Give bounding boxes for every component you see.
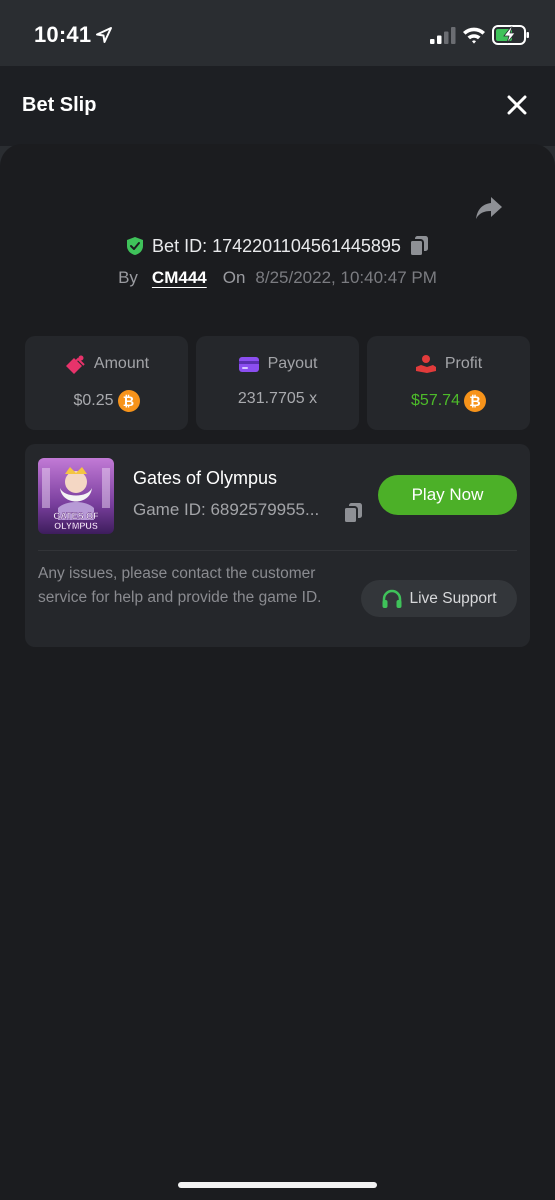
- game-card: GATES OF OLYMPUS Gates of Olympus Game I…: [25, 444, 530, 647]
- bet-slip-sheet: [0, 144, 555, 1200]
- bet-date: 8/25/2022, 10:40:47 PM: [255, 268, 437, 287]
- battery-charging-icon: [492, 25, 529, 45]
- amount-card: Amount $0.25 ₿: [25, 336, 188, 430]
- amount-icon: [65, 355, 85, 374]
- profit-hand-icon: [415, 355, 436, 373]
- bet-id: Bet ID: 1742201104561445895: [152, 235, 401, 256]
- page-title: Bet Slip: [22, 94, 97, 116]
- play-now-button[interactable]: Play Now: [378, 475, 517, 515]
- game-thumbnail[interactable]: GATES OF OLYMPUS: [38, 458, 114, 534]
- live-support-button[interactable]: Live Support: [361, 580, 517, 617]
- payout-label: Payout: [267, 355, 318, 372]
- live-support-label: Live Support: [409, 589, 497, 607]
- profit-card: Profit $57.74 ₿: [367, 336, 530, 430]
- bet-id-row: Bet ID: 1742201104561445895: [0, 232, 555, 260]
- amount-label: Amount: [93, 355, 150, 372]
- profit-value: $57.74: [411, 392, 460, 409]
- wifi-icon: [463, 27, 485, 44]
- thumb-text-2: OLYMPUS: [54, 521, 98, 531]
- status-bar: 10:41: [0, 0, 555, 66]
- payout-value: 231.7705 x: [237, 390, 318, 407]
- close-icon[interactable]: [504, 92, 530, 118]
- status-time: 10:41: [34, 22, 92, 47]
- payout-card: Payout 231.7705 x: [196, 336, 359, 430]
- copy-icon[interactable]: [408, 235, 429, 257]
- profit-label: Profit: [444, 355, 483, 372]
- thumb-text-1: GATES OF: [53, 511, 99, 521]
- divider: [38, 550, 517, 551]
- home-indicator[interactable]: [178, 1182, 377, 1188]
- headset-icon: [382, 589, 402, 608]
- amount-value: $0.25: [73, 392, 114, 409]
- copy-icon[interactable]: [343, 502, 363, 524]
- help-text: Any issues, please contact the customer …: [38, 565, 322, 606]
- bet-slip-screen: 10:41 Bet Slip Bet ID: 17422011045614458…: [0, 0, 555, 1200]
- on-label: On: [222, 268, 246, 287]
- share-icon[interactable]: [474, 194, 504, 222]
- bet-author-row: By CM444 On 8/25/2022, 10:40:47 PM: [0, 266, 555, 290]
- signal-icon: [430, 27, 456, 44]
- shield-check-icon: [127, 237, 144, 255]
- username-link[interactable]: CM444: [152, 268, 207, 288]
- game-id: Game ID: 6892579955...: [133, 500, 320, 519]
- game-name: Gates of Olympus: [133, 468, 278, 488]
- bitcoin-icon: ₿: [463, 390, 486, 412]
- payout-card-icon: [238, 357, 259, 372]
- bitcoin-icon: ₿: [117, 390, 140, 412]
- by-label: By: [118, 268, 138, 287]
- location-arrow-icon: [96, 27, 112, 43]
- header: Bet Slip: [0, 66, 555, 146]
